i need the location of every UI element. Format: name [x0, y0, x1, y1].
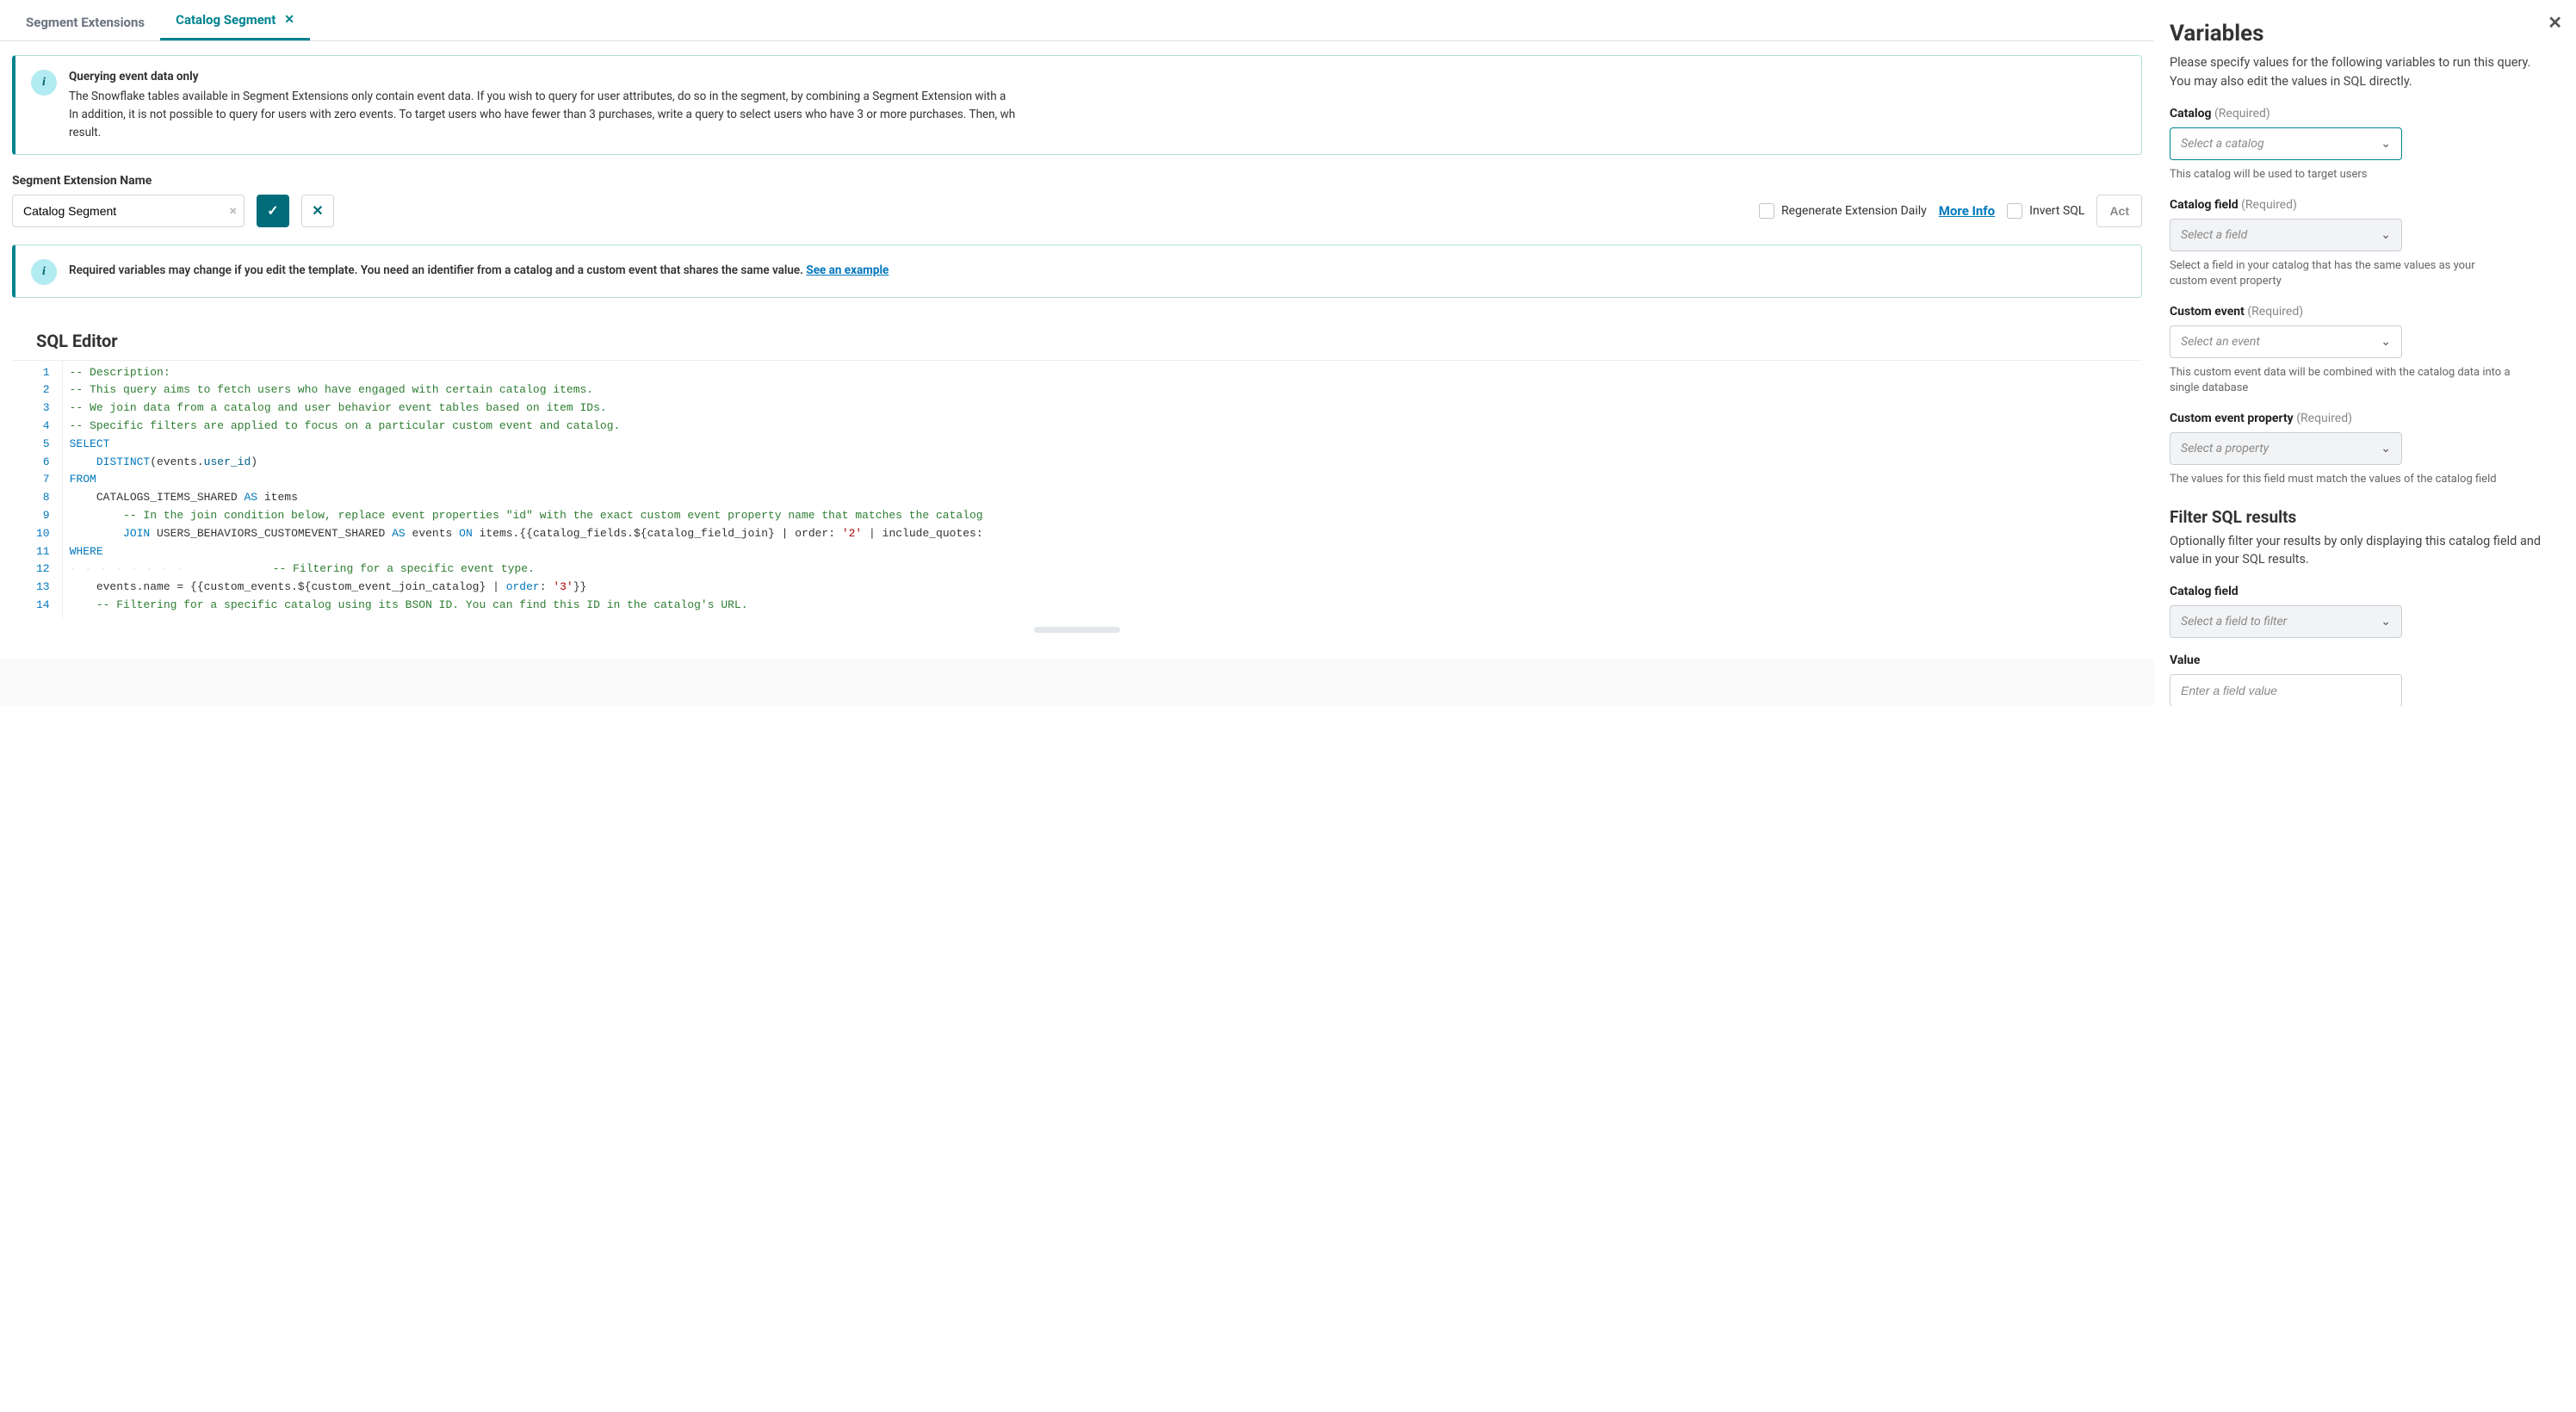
custom-event-label: Custom event [2170, 305, 2245, 319]
regenerate-daily-label: Regenerate Extension Daily [1781, 204, 1927, 218]
custom-event-property-label: Custom event property [2170, 412, 2294, 425]
sql-editor-title: SQL Editor [12, 317, 2142, 360]
invert-sql-checkbox[interactable] [2007, 203, 2022, 219]
banner-line: In addition, it is not possible to query… [69, 106, 2126, 124]
select-placeholder: Select a field [2181, 228, 2247, 242]
required-tag: (Required) [2214, 107, 2270, 121]
required-tag: (Required) [2241, 198, 2297, 212]
cancel-button[interactable]: ✕ [301, 195, 334, 227]
info-icon: i [31, 259, 57, 285]
close-icon: ✕ [2548, 12, 2562, 33]
info-banner-variables: i Required variables may change if you e… [12, 245, 2142, 298]
panel-close-button[interactable]: ✕ [2548, 12, 2562, 33]
required-tag: (Required) [2247, 305, 2303, 319]
chevron-down-icon: ⌄ [2381, 335, 2391, 349]
tabs-bar: Segment Extensions Catalog Segment ✕ [0, 0, 2154, 41]
main-area: Segment Extensions Catalog Segment ✕ i Q… [0, 0, 2154, 706]
see-example-link[interactable]: See an example [806, 263, 889, 277]
clear-icon[interactable]: × [230, 202, 238, 219]
regenerate-daily-checkbox[interactable] [1759, 203, 1774, 219]
chevron-down-icon: ⌄ [2381, 615, 2391, 629]
custom-event-hint: This custom event data will be combined … [2170, 365, 2514, 396]
extension-name-label: Segment Extension Name [12, 174, 245, 188]
custom-event-property-hint: The values for this field must match the… [2170, 472, 2514, 487]
required-tag: (Required) [2296, 412, 2352, 425]
resize-handle[interactable] [1034, 627, 1120, 633]
filter-results-description: Optionally filter your results by only d… [2170, 532, 2552, 570]
filter-catalog-field-select[interactable]: Select a field to filter ⌄ [2170, 605, 2402, 638]
filter-results-title: Filter SQL results [2170, 507, 2552, 527]
tab-segment-extensions[interactable]: Segment Extensions [10, 3, 160, 40]
chevron-down-icon: ⌄ [2381, 137, 2391, 151]
confirm-button[interactable]: ✓ [257, 195, 289, 227]
catalog-label: Catalog [2170, 107, 2212, 121]
select-placeholder: Select an event [2181, 335, 2260, 349]
tab-label: Catalog Segment [176, 12, 276, 28]
invert-sql-label: Invert SQL [2029, 204, 2084, 218]
custom-event-property-select[interactable]: Select a property ⌄ [2170, 432, 2402, 465]
catalog-select[interactable]: Select a catalog ⌄ [2170, 127, 2402, 160]
check-icon: ✓ [267, 202, 278, 219]
variables-panel: ✕ Variables Please specify values for th… [2154, 0, 2576, 706]
catalog-field-select[interactable]: Select a field ⌄ [2170, 219, 2402, 251]
extension-name-input-wrap: × [12, 195, 245, 227]
info-icon: i [31, 70, 57, 96]
close-icon: ✕ [312, 202, 323, 219]
select-placeholder: Select a property [2181, 442, 2269, 455]
catalog-hint: This catalog will be used to target user… [2170, 167, 2514, 183]
actions-button[interactable]: Act [2096, 195, 2142, 227]
filter-value-label: Value [2170, 653, 2552, 667]
banner-title: Querying event data only [69, 68, 2126, 86]
custom-event-select[interactable]: Select an event ⌄ [2170, 325, 2402, 358]
extension-name-input[interactable] [23, 204, 218, 218]
filter-catalog-field-label: Catalog field [2170, 585, 2552, 598]
info-banner-event-data: i Querying event data only The Snowflake… [12, 55, 2142, 155]
chevron-down-icon: ⌄ [2381, 442, 2391, 455]
panel-title: Variables [2170, 21, 2552, 46]
banner-text: Required variables may change if you edi… [69, 263, 806, 277]
catalog-field-hint: Select a field in your catalog that has … [2170, 258, 2514, 289]
banner-line: result. [69, 124, 2126, 142]
line-gutter: 1234567891011121314 [36, 361, 63, 618]
select-placeholder: Select a field to filter [2181, 615, 2287, 629]
sql-code[interactable]: -- Description: -- This query aims to fe… [63, 361, 990, 618]
tab-catalog-segment[interactable]: Catalog Segment ✕ [160, 0, 310, 40]
catalog-field-label: Catalog field [2170, 198, 2239, 212]
select-placeholder: Select a catalog [2181, 137, 2264, 151]
more-info-link[interactable]: More Info [1939, 195, 1995, 227]
filter-value-input[interactable] [2170, 674, 2402, 706]
sql-editor[interactable]: 1234567891011121314 -- Description: -- T… [12, 360, 2142, 618]
panel-description: Please specify values for the following … [2170, 53, 2552, 91]
chevron-down-icon: ⌄ [2381, 228, 2391, 242]
banner-line: The Snowflake tables available in Segmen… [69, 88, 2126, 106]
close-icon[interactable]: ✕ [284, 13, 294, 27]
